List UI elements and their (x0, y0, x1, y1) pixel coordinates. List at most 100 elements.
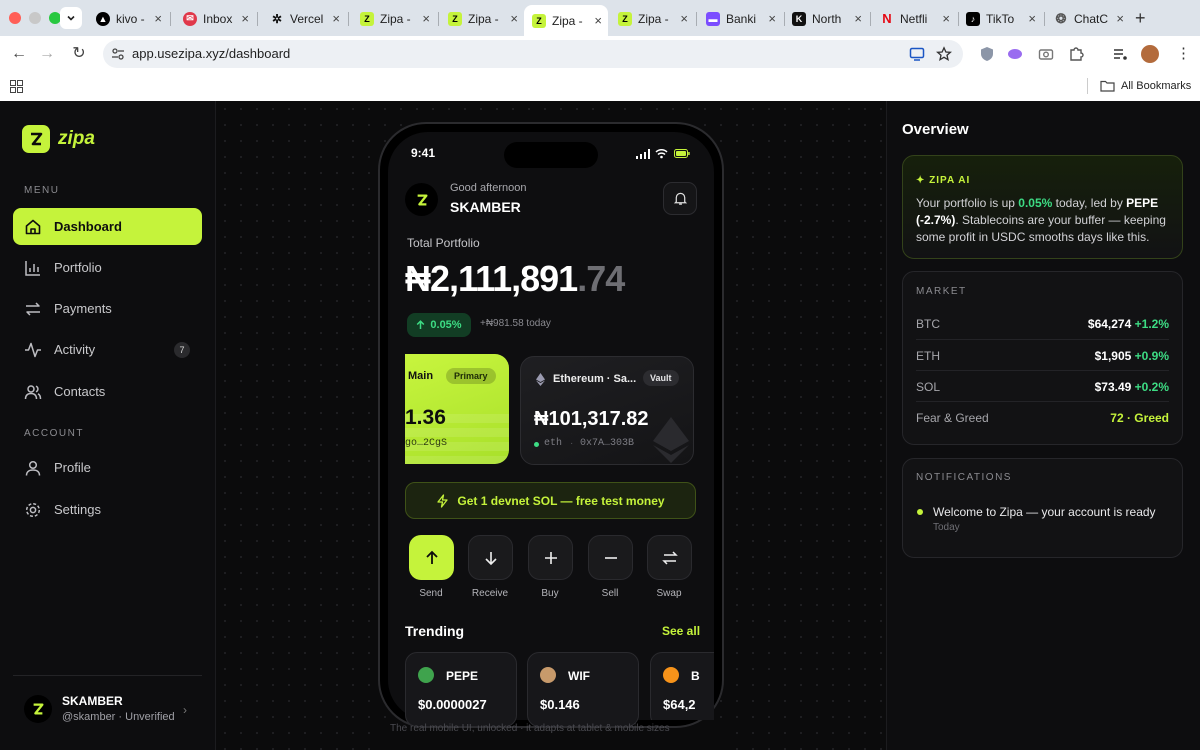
browser-tab[interactable]: ▲ kivo - × (88, 6, 168, 31)
close-tab-icon[interactable]: × (332, 11, 340, 26)
notifications-button[interactable] (663, 182, 697, 215)
close-tab-icon[interactable]: × (942, 11, 950, 26)
close-tab-icon[interactable]: × (680, 11, 688, 26)
signal-icon (636, 149, 650, 159)
notification-time: Today (933, 522, 960, 533)
wallet-card-label: Ethereum · Sa... (553, 373, 637, 385)
status-time: 9:41 (411, 146, 436, 160)
notification-item[interactable]: Welcome to Zipa — your account is ready (933, 505, 1156, 519)
user-name[interactable]: SKAMBER (62, 694, 123, 708)
trending-card-btc[interactable]: B $64,2 (650, 652, 714, 720)
receive-button[interactable] (468, 535, 513, 580)
close-tab-icon[interactable]: × (594, 13, 602, 28)
token-symbol: WIF (568, 669, 590, 683)
plus-icon (544, 551, 557, 564)
zipa-mark-icon (33, 703, 44, 715)
buy-label: Buy (541, 588, 559, 599)
sidebar-item-portfolio[interactable]: Portfolio (13, 249, 202, 286)
close-tab-icon[interactable]: × (241, 11, 249, 26)
wallet-card-amount: 1.36 (405, 406, 446, 429)
browser-tab[interactable]: Z Zipa - × (352, 6, 436, 31)
tab-label: Vercel (290, 11, 324, 26)
sidebar-item-contacts[interactable]: Contacts (13, 373, 202, 410)
forward-arrow-icon[interactable]: → (38, 45, 56, 63)
chevron-down-icon (67, 15, 75, 21)
avatar[interactable] (405, 183, 438, 216)
star-icon[interactable] (936, 46, 952, 62)
tab-search-button[interactable] (60, 7, 82, 29)
market-row-sol[interactable]: SOL $73.49 +0.2% (916, 380, 1169, 394)
wif-coin-icon (540, 667, 556, 683)
close-tab-icon[interactable]: × (1028, 11, 1036, 26)
kebab-menu-icon[interactable]: ⋮ (1176, 44, 1191, 62)
apps-grid-icon[interactable] (10, 80, 23, 93)
sidebar-item-dashboard[interactable]: Dashboard (13, 208, 202, 245)
swap-button[interactable] (647, 535, 692, 580)
tab-label: Zipa - (468, 11, 499, 26)
reload-icon[interactable]: ↻ (70, 45, 88, 63)
sidebar-item-payments[interactable]: Payments (13, 290, 202, 327)
fear-greed-row: Fear & Greed 72 · Greed (916, 411, 1169, 425)
browser-tab[interactable]: ❂ ChatC × (1046, 6, 1130, 31)
sidebar-item-settings[interactable]: Settings (13, 491, 202, 528)
profile-avatar[interactable] (1141, 45, 1159, 63)
url-text[interactable]: app.usezipa.xyz/dashboard (132, 46, 290, 61)
browser-tab[interactable]: ✉ Inbox × (175, 6, 255, 31)
chevron-right-icon[interactable]: › (183, 703, 187, 717)
zipa-logo[interactable] (22, 125, 50, 153)
browser-tab[interactable]: Z Zipa - × (610, 6, 694, 31)
zipa-icon: Z (360, 11, 374, 26)
ai-label: ✦ ZIPA AI (916, 175, 971, 186)
folder-icon (1100, 80, 1115, 92)
k-icon: K (792, 11, 806, 26)
zipa-icon: Z (532, 13, 546, 28)
buy-button[interactable] (528, 535, 573, 580)
trending-card-pepe[interactable]: PEPE $0.0000027 (405, 652, 517, 727)
market-row-btc[interactable]: BTC $64,274 +1.2% (916, 317, 1169, 331)
zipa-icon: Z (448, 11, 462, 26)
all-bookmarks-link[interactable]: All Bookmarks (1121, 80, 1191, 92)
new-tab-button[interactable]: + (1135, 8, 1146, 29)
browser-tab[interactable]: K North × (784, 6, 868, 31)
tiktok-icon: ♪ (966, 11, 980, 26)
puzzle-icon[interactable] (1068, 46, 1084, 62)
trending-card-wif[interactable]: WIF $0.146 (527, 652, 639, 727)
preview-caption: The real mobile UI, unlocked · it adapts… (390, 723, 670, 734)
close-tab-icon[interactable]: × (422, 11, 430, 26)
ethereum-icon (536, 373, 545, 386)
browser-tab[interactable]: N Netfli × (872, 6, 956, 31)
wifi-icon (655, 149, 668, 159)
see-all-link[interactable]: See all (662, 624, 700, 638)
close-tab-icon[interactable]: × (768, 11, 776, 26)
avatar[interactable] (24, 695, 52, 723)
sidebar-item-label: Profile (54, 460, 91, 475)
portfolio-balance: ₦2,111,891.74 (405, 258, 625, 300)
close-window-button[interactable] (9, 12, 21, 24)
browser-tab[interactable]: ▬ Banki × (698, 6, 782, 31)
purple-extension-icon[interactable] (1007, 46, 1023, 62)
send-button[interactable] (409, 535, 454, 580)
market-row-eth[interactable]: ETH $1,905 +0.9% (916, 349, 1169, 363)
browser-tab[interactable]: ✲ Vercel × (262, 6, 346, 31)
close-tab-icon[interactable]: × (1116, 11, 1124, 26)
back-arrow-icon[interactable]: ← (10, 45, 28, 63)
cast-icon[interactable] (909, 46, 925, 62)
zipa-icon: Z (618, 11, 632, 26)
browser-tab[interactable]: ♪ TikTo × (958, 6, 1042, 31)
camera-icon[interactable] (1038, 46, 1054, 62)
sidebar-item-profile[interactable]: Profile (13, 449, 202, 486)
browser-tab-active[interactable]: Z Zipa - × (524, 5, 608, 36)
shield-extension-icon[interactable] (980, 46, 994, 62)
sidebar-item-activity[interactable]: Activity 7 (13, 331, 202, 368)
close-tab-icon[interactable]: × (154, 11, 162, 26)
media-control-icon[interactable] (1112, 46, 1128, 62)
sell-button[interactable] (588, 535, 633, 580)
minimize-window-button[interactable] (29, 12, 41, 24)
browser-tab[interactable]: Z Zipa - × (440, 6, 524, 31)
address-bar[interactable]: app.usezipa.xyz/dashboard (103, 40, 963, 68)
close-tab-icon[interactable]: × (510, 11, 518, 26)
site-settings-icon[interactable] (111, 47, 125, 61)
faucet-button[interactable]: Get 1 devnet SOL — free test money (405, 482, 696, 519)
zipa-mark-icon (417, 193, 428, 206)
close-tab-icon[interactable]: × (854, 11, 862, 26)
